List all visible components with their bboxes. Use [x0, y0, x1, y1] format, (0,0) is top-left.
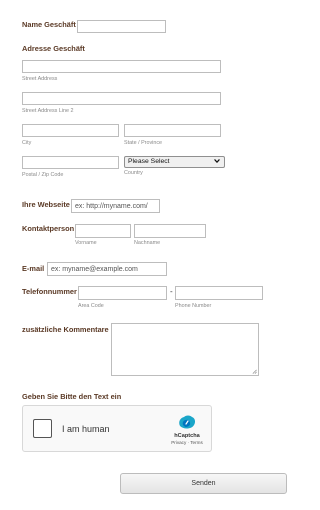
area-code-label: Area Code [78, 303, 104, 309]
email-label: E-mail [22, 264, 45, 273]
street-address-label: Street Address [22, 76, 58, 82]
contact-person-label: Kontaktperson [22, 224, 75, 233]
address-heading: Adresse Geschäft [22, 44, 85, 53]
hcaptcha-widget: I am human hCaptcha Privacy · Terms [22, 405, 212, 452]
human-checkbox-label: I am human [62, 424, 110, 434]
first-name-input[interactable] [75, 224, 131, 238]
area-code-input[interactable] [78, 286, 167, 300]
city-label: City [22, 140, 32, 146]
business-name-label: Name Geschäft [22, 20, 76, 29]
email-input[interactable]: ex: myname@example.com [47, 262, 167, 276]
comments-textarea[interactable] [111, 323, 259, 376]
business-name-input[interactable] [77, 20, 166, 33]
website-input[interactable]: ex: http://myname.com/ [71, 199, 160, 213]
zip-input[interactable] [22, 156, 119, 169]
comments-label: zusätzliche Kommentare [22, 325, 109, 334]
country-select-value: Please Select [128, 158, 170, 165]
captcha-heading: Geben Sie Bitte den Text ein [22, 392, 122, 401]
zip-label: Postal / Zip Code [22, 172, 64, 178]
submit-button[interactable]: Senden [120, 473, 287, 494]
phone-separator: - [170, 287, 173, 296]
city-input[interactable] [22, 124, 119, 137]
website-label: Ihre Webseite [22, 200, 70, 209]
hcaptcha-privacy-terms-links[interactable]: Privacy · Terms [169, 440, 205, 445]
hcaptcha-brand: hCaptcha [174, 433, 200, 439]
street-address-line2-input[interactable] [22, 92, 221, 105]
country-label: Country [124, 170, 143, 176]
hcaptcha-logo-icon [179, 415, 196, 429]
resize-grip-icon[interactable] [252, 369, 257, 374]
phone-number-label: Phone Number [175, 303, 212, 309]
state-input[interactable] [124, 124, 221, 137]
first-name-label: Vorname [75, 240, 97, 246]
last-name-input[interactable] [134, 224, 206, 238]
street-address-line2-label: Street Address Line 2 [22, 108, 74, 114]
country-select[interactable]: Please Select [124, 156, 225, 168]
chevron-down-icon [214, 159, 220, 163]
street-address-input[interactable] [22, 60, 221, 73]
phone-label: Telefonnummer [22, 287, 77, 296]
human-checkbox[interactable] [33, 419, 52, 438]
last-name-label: Nachname [134, 240, 161, 246]
state-label: State / Province [124, 140, 163, 146]
phone-number-input[interactable] [175, 286, 263, 300]
